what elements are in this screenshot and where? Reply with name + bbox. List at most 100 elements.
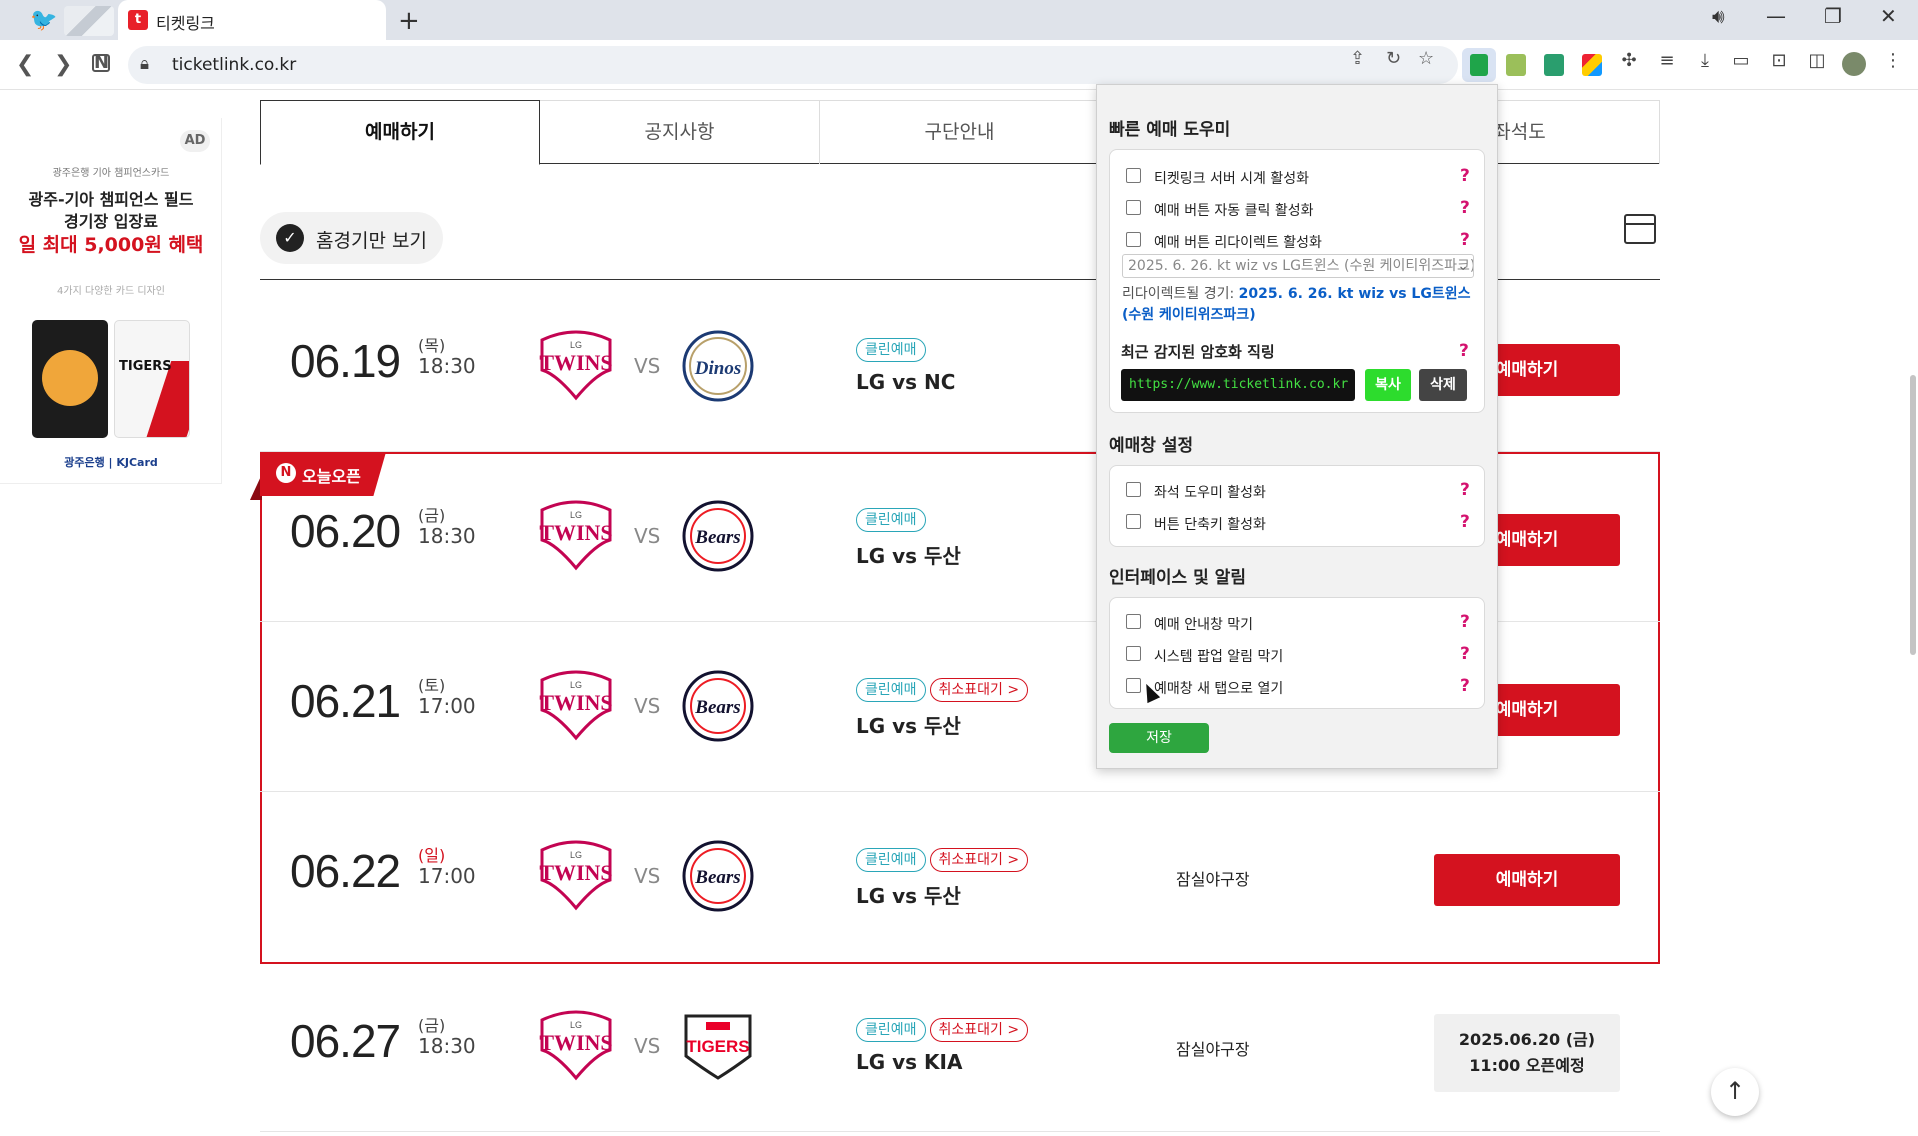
forward-arrow-icon[interactable]: ❯	[54, 52, 72, 77]
reading-list-icon[interactable]: ≡	[1654, 50, 1680, 78]
calendar-icon[interactable]	[1624, 214, 1656, 244]
block-guide-checkbox[interactable]	[1126, 614, 1141, 629]
ticketlink-favicon-icon: t	[128, 10, 148, 30]
chevron-down-icon: ⌄	[1457, 258, 1469, 274]
interface-box: 예매 안내창 막기 ? 시스템 팝업 알림 막기 ? 예매창 새 탭으로 열기 …	[1109, 597, 1485, 709]
option-label: 티켓링크 서버 시계 활성화	[1154, 171, 1310, 187]
help-icon[interactable]: ?	[1460, 644, 1470, 664]
match-name: LG vs 두산	[856, 884, 961, 908]
cancel-waitlist-badge[interactable]: 취소표대기 >	[929, 1018, 1029, 1042]
copy-button[interactable]: 복사	[1365, 369, 1411, 401]
option-label: 좌석 도우미 활성화	[1154, 485, 1266, 501]
scroll-to-top-arrow-icon[interactable]: ↑	[1711, 1068, 1759, 1116]
ticket-helper-extension-icon	[1470, 54, 1488, 76]
tigers-card-image: TIGERS	[114, 320, 190, 438]
option-label: 예매 안내창 막기	[1154, 617, 1254, 633]
game-date: 06.22	[290, 845, 401, 897]
game-row: 06.27 (금) 18:30 LG TWINS VS TIGERS 클린예매 취…	[260, 962, 1660, 1132]
screenshot-icon[interactable]: ⊡	[1766, 50, 1792, 78]
split-view-icon[interactable]: ◫	[1804, 50, 1830, 78]
help-icon[interactable]: ?	[1459, 341, 1469, 361]
extension-map-icon[interactable]	[1506, 54, 1526, 76]
restore-icon[interactable]: ❐	[1824, 4, 1842, 28]
extensions-puzzle-icon[interactable]: ✣	[1616, 50, 1642, 78]
pinned-tabs[interactable]: 🐦	[0, 0, 118, 40]
seat-helper-checkbox[interactable]	[1126, 482, 1141, 497]
ticket-helper-extension-button[interactable]	[1462, 48, 1496, 82]
home-games-filter[interactable]: ✓ 홈경기만 보기	[260, 212, 443, 264]
redirect-target: 리다이렉트될 경기: 2025. 6. 26. kt wiz vs LG트윈스 …	[1122, 284, 1482, 326]
help-icon[interactable]: ?	[1460, 198, 1470, 218]
tab-team-info[interactable]: 구단안내	[820, 100, 1100, 164]
ad-subtext: 4가지 다양한 카드 디자인	[57, 286, 165, 297]
svg-text:TWINS: TWINS	[539, 690, 612, 715]
interface-heading: 인터페이스 및 알림	[1109, 568, 1246, 588]
share-icon[interactable]: ⇪	[1350, 48, 1365, 69]
redirect-checkbox[interactable]	[1126, 232, 1141, 247]
block-popup-checkbox[interactable]	[1126, 646, 1141, 661]
doosan-bears-logo-icon: Bears	[682, 670, 754, 742]
bookmark-star-icon[interactable]: ☆	[1418, 48, 1434, 69]
clean-reserve-badge: 클린예매	[856, 848, 926, 872]
pinned-tab-thumbnail[interactable]	[64, 6, 114, 36]
address-bar[interactable]: 🔒︎ ticketlink.co.kr	[128, 46, 1458, 84]
game-select-value: 2025. 6. 26. kt wiz vs LG트윈스 (수원 케이티위즈파크…	[1128, 258, 1474, 274]
page-scrollbar[interactable]	[1908, 90, 1918, 1136]
svg-text:TWINS: TWINS	[539, 520, 612, 545]
svg-text:LG: LG	[570, 510, 582, 520]
match-name: LG vs 두산	[856, 714, 961, 738]
server-clock-checkbox[interactable]	[1126, 168, 1141, 183]
lock-icon[interactable]: 🔒︎	[140, 54, 149, 74]
clean-reserve-badge: 클린예매	[856, 1018, 926, 1042]
lg-twins-logo-icon: LG TWINS	[539, 1010, 613, 1081]
shortcut-checkbox[interactable]	[1126, 514, 1141, 529]
option-label: 예매창 새 탭으로 열기	[1154, 681, 1284, 697]
redirect-label: 리다이렉트될 경기:	[1122, 286, 1235, 302]
extension-color-icon[interactable]	[1582, 54, 1602, 76]
ad-banner[interactable]: AD 광주은행 기아 챔피언스카드 광주-기아 챔피언스 필드 경기장 입장료 …	[0, 118, 222, 484]
help-icon[interactable]: ?	[1460, 480, 1470, 500]
scrollbar-thumb[interactable]	[1910, 375, 1916, 655]
extension-n-icon[interactable]	[1544, 54, 1564, 76]
game-badges: 클린예매	[856, 338, 930, 362]
video-capture-icon[interactable]: ▭	[1728, 50, 1754, 78]
more-menu-icon[interactable]: ⋮	[1880, 50, 1906, 78]
minimize-icon[interactable]: —	[1766, 4, 1786, 28]
ad-headline-1: 광주-기아 챔피언스 필드	[28, 190, 194, 209]
help-icon[interactable]: ?	[1460, 166, 1470, 186]
tab-notice[interactable]: 공지사항	[540, 100, 820, 164]
clean-reserve-badge: 클린예매	[856, 338, 926, 362]
doosan-bears-logo-icon: Bears	[682, 500, 754, 572]
refresh-icon[interactable]: ↻	[1386, 48, 1401, 69]
encrypted-link-field[interactable]: https://www.ticketlink.co.kr	[1121, 369, 1355, 401]
url-text[interactable]: ticketlink.co.kr	[172, 55, 296, 75]
ad-bank-logo: 광주은행 | KJCard	[64, 456, 158, 469]
lg-twins-logo-icon: LG TWINS	[539, 670, 613, 741]
back-arrow-icon[interactable]: ❮	[16, 52, 34, 77]
help-icon[interactable]: ?	[1460, 612, 1470, 632]
reserve-button[interactable]: 예매하기	[1434, 854, 1620, 906]
delete-button[interactable]: 삭제	[1419, 369, 1467, 401]
nc-dinos-logo-icon: Dinos	[682, 330, 754, 402]
vs-text: VS	[634, 864, 661, 888]
game-time: 18:30	[418, 524, 476, 548]
help-icon[interactable]: ?	[1460, 230, 1470, 250]
profile-avatar[interactable]	[1842, 52, 1866, 76]
close-window-icon[interactable]: ✕	[1880, 4, 1897, 28]
speaker-icon[interactable]: 🔊︎	[1712, 4, 1725, 28]
cancel-waitlist-badge[interactable]: 취소표대기 >	[929, 848, 1029, 872]
match-name: LG vs KIA	[856, 1050, 963, 1074]
help-icon[interactable]: ?	[1460, 676, 1470, 696]
twitter-bird-icon[interactable]: 🐦	[30, 8, 57, 33]
cancel-waitlist-badge[interactable]: 취소표대기 >	[929, 678, 1029, 702]
browser-tab-ticketlink[interactable]: t 티켓링크	[118, 0, 386, 40]
tab-reserve[interactable]: 예매하기	[260, 100, 540, 165]
new-tab-plus-icon[interactable]: +	[398, 6, 420, 36]
download-icon[interactable]: ⤓	[1692, 50, 1718, 78]
game-select[interactable]: 2025. 6. 26. kt wiz vs LG트윈스 (수원 케이티위즈파크…	[1122, 254, 1474, 278]
auto-click-checkbox[interactable]	[1126, 200, 1141, 215]
save-button[interactable]: 저장	[1109, 723, 1209, 753]
new-tab-checkbox[interactable]	[1126, 678, 1141, 693]
help-icon[interactable]: ?	[1460, 512, 1470, 532]
naver-n-icon[interactable]: N	[92, 54, 110, 72]
